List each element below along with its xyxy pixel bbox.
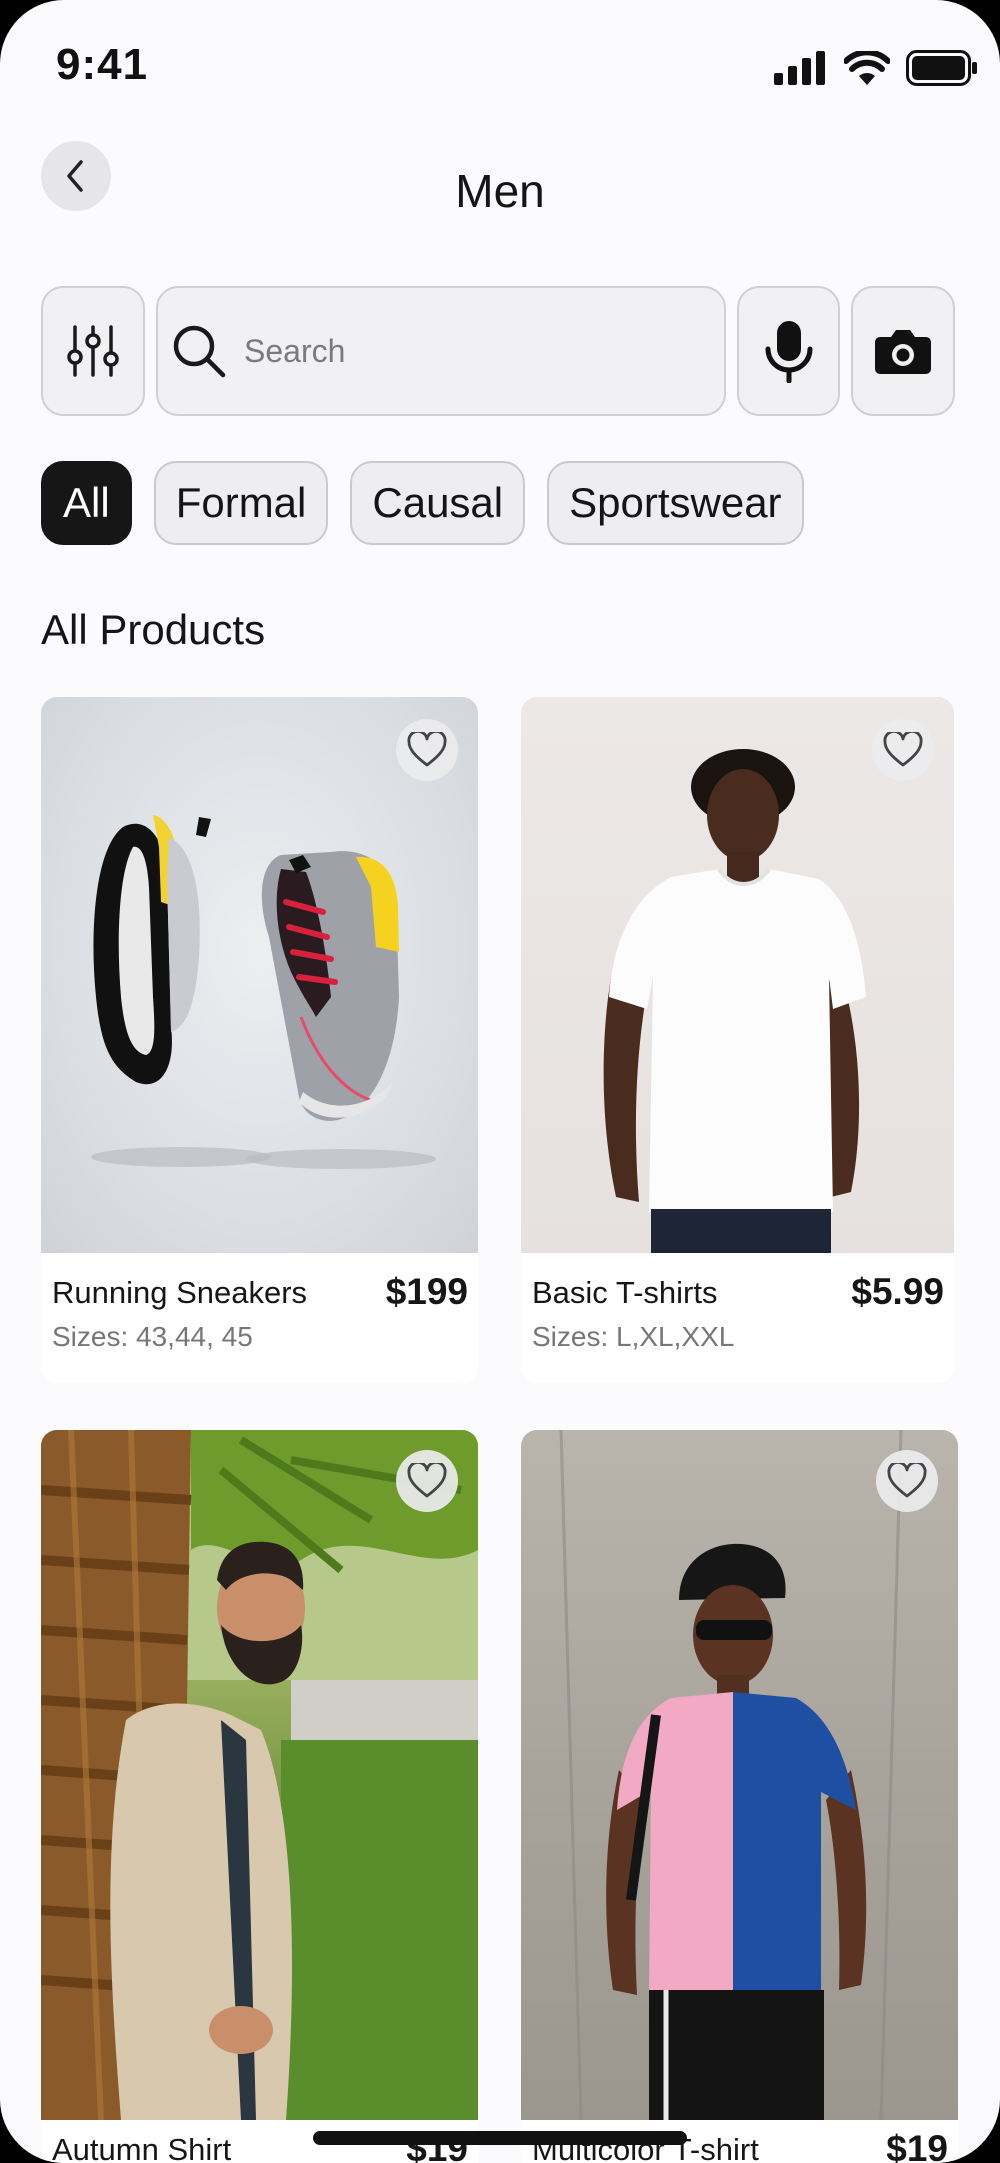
product-price: $19: [886, 2128, 948, 2163]
search-bar[interactable]: [156, 286, 726, 416]
camera-search-button[interactable]: [851, 286, 955, 416]
product-card[interactable]: Basic T-shirts $5.99 Sizes: L,XL,XXL: [521, 697, 954, 1383]
product-price: $5.99: [851, 1271, 944, 1312]
product-info: Running Sneakers $199 Sizes: 43,44, 45: [41, 1253, 478, 1383]
product-card[interactable]: Multicolor T-shirt $19: [521, 1430, 958, 2163]
battery-icon: [906, 50, 977, 86]
product-image: [521, 697, 954, 1253]
product-card[interactable]: Autumn Shirt $19: [41, 1430, 478, 2163]
product-name: Autumn Shirt: [52, 2132, 232, 2163]
sneakers-illustration: [91, 815, 436, 1169]
status-icons: [774, 50, 978, 86]
microphone-icon: [765, 321, 812, 383]
chip-all[interactable]: All: [41, 461, 132, 545]
search-icon: [173, 325, 226, 378]
cellular-signal-icon: [774, 51, 825, 85]
wifi-icon: [844, 51, 890, 85]
product-name: Running Sneakers: [52, 1275, 308, 1310]
section-title: All Products: [41, 606, 266, 653]
heart-icon: [883, 732, 923, 767]
product-card[interactable]: Running Sneakers $199 Sizes: 43,44, 45: [41, 697, 478, 1383]
chip-causal[interactable]: Causal: [350, 461, 526, 545]
product-sizes: Sizes: L,XL,XXL: [532, 1321, 735, 1352]
chip-sportswear[interactable]: Sportswear: [547, 461, 804, 545]
product-price: $199: [385, 1271, 468, 1312]
camera-icon: [875, 330, 931, 374]
product-image: [521, 1430, 958, 2120]
heart-icon: [887, 1463, 927, 1498]
favorite-button[interactable]: [876, 1450, 938, 1512]
home-indicator: [313, 2131, 687, 2145]
voice-search-button[interactable]: [737, 286, 840, 416]
category-chips: All Formal Causal Sportswear: [41, 461, 804, 545]
app-screen: 9:41 Men Search All Formal Causal Sports…: [0, 0, 1000, 2163]
product-name: Basic T-shirts: [532, 1275, 718, 1310]
search-input[interactable]: [242, 331, 686, 371]
page-title: Men: [455, 165, 545, 217]
product-info: Basic T-shirts $5.99 Sizes: L,XL,XXL: [521, 1253, 954, 1383]
favorite-button[interactable]: [396, 719, 458, 781]
favorite-button[interactable]: [872, 719, 934, 781]
status-time: 9:41: [56, 40, 149, 89]
product-sizes: Sizes: 43,44, 45: [52, 1321, 253, 1352]
model-multicolor-tshirt-illustration: [559, 1430, 903, 2120]
favorite-button[interactable]: [396, 1450, 458, 1512]
heart-icon: [407, 1463, 447, 1498]
product-image: [41, 1430, 478, 2120]
filter-button[interactable]: [41, 286, 145, 416]
product-image: [41, 697, 478, 1253]
heart-icon: [407, 732, 447, 767]
model-autumn-shirt-illustration: [41, 1430, 478, 2120]
chip-formal[interactable]: Formal: [153, 461, 329, 545]
model-white-tshirt-illustration: [603, 749, 866, 1253]
sliders-icon: [67, 325, 119, 377]
